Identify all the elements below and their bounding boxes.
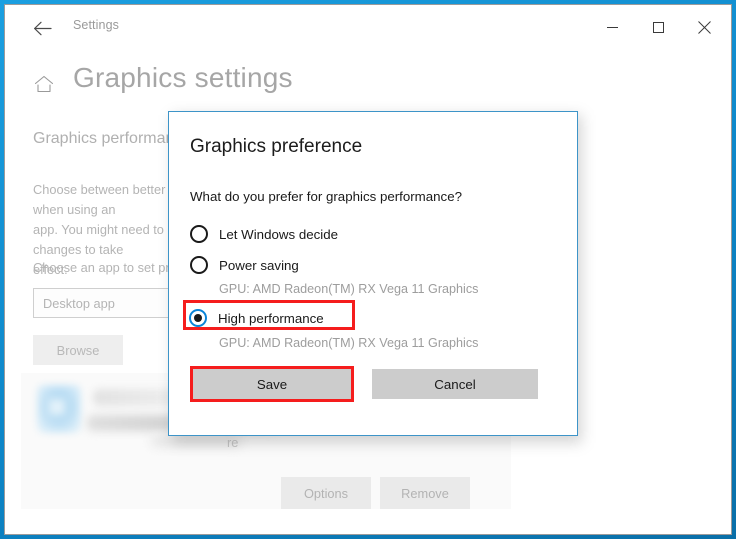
cancel-button[interactable]: Cancel <box>372 369 538 399</box>
radio-label: Let Windows decide <box>219 226 338 242</box>
app-type-value: Desktop app <box>43 295 115 311</box>
radio-option-power-saving[interactable]: Power saving <box>190 254 299 276</box>
dialog-question: What do you prefer for graphics performa… <box>190 189 462 204</box>
cancel-label: Cancel <box>434 376 476 392</box>
app-title: Settings <box>73 18 119 32</box>
close-button[interactable] <box>681 11 727 43</box>
settings-window: Settings Graphics settings Graphics perf… <box>4 4 732 535</box>
app-icon <box>37 385 81 433</box>
options-label: Options <box>303 485 349 501</box>
highlight-box-high-performance <box>183 300 355 330</box>
minimize-button[interactable] <box>589 11 635 43</box>
gpu-description-high-performance: GPU: AMD Radeon(TM) RX Vega 11 Graphics <box>219 336 479 350</box>
page-title: Graphics settings <box>73 62 293 93</box>
graphics-preference-dialog: Graphics preference What do you prefer f… <box>168 111 578 436</box>
radio-label: Power saving <box>219 257 299 273</box>
browse-button[interactable]: Browse <box>33 335 123 365</box>
maximize-button[interactable] <box>635 11 681 43</box>
title-bar: Settings <box>5 5 731 49</box>
back-arrow-icon[interactable] <box>27 15 57 41</box>
remove-button[interactable]: Remove <box>380 477 470 509</box>
browse-label: Browse <box>56 342 100 358</box>
dialog-title: Graphics preference <box>190 136 363 157</box>
gpu-description-power-saving: GPU: AMD Radeon(TM) RX Vega 11 Graphics <box>219 282 479 296</box>
radio-option-let-windows-decide[interactable]: Let Windows decide <box>190 223 338 245</box>
options-button[interactable]: Options <box>281 477 371 509</box>
remove-label: Remove <box>401 485 449 501</box>
screenshot-frame: Settings Graphics settings Graphics perf… <box>0 0 736 539</box>
radio-icon[interactable] <box>190 225 208 243</box>
highlight-box-save <box>190 366 354 402</box>
window-controls <box>589 5 727 49</box>
radio-icon[interactable] <box>190 256 208 274</box>
home-icon[interactable] <box>33 73 55 95</box>
